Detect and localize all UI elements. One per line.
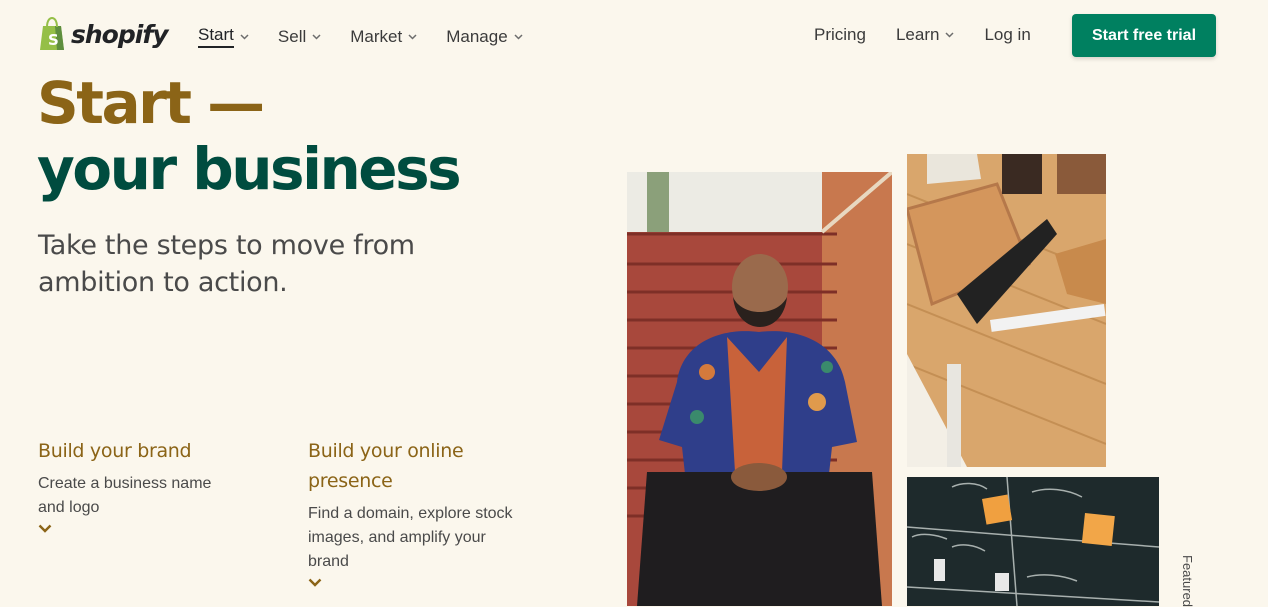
secondary-nav: Pricing Learn Log in	[814, 25, 1031, 45]
start-free-trial-button[interactable]: Start free trial	[1072, 14, 1216, 57]
step-description: Find a domain, explore stock images, and…	[308, 505, 513, 570]
nav-pricing[interactable]: Pricing	[814, 25, 866, 45]
hero-title-line2: your business	[37, 135, 462, 203]
nav-manage[interactable]: Manage	[446, 25, 523, 48]
nav-learn[interactable]: Learn	[896, 25, 954, 45]
photo-chalkboard-planning	[907, 477, 1159, 606]
hero-title-line1: Start —	[37, 69, 265, 137]
shopify-logo[interactable]: S shopify	[37, 17, 168, 51]
chevron-down-icon	[408, 33, 417, 40]
nav-sell-label: Sell	[277, 26, 307, 46]
nav-sell[interactable]: Sell	[278, 25, 321, 48]
step-build-brand: Build your brand Create a business name …	[38, 436, 238, 533]
nav-learn-label: Learn	[895, 25, 940, 44]
nav-manage-label: Manage	[446, 26, 508, 46]
shopify-bag-icon: S	[40, 17, 64, 50]
chevron-down-icon	[945, 32, 954, 38]
featured-label: Featured	[1180, 555, 1195, 607]
nav-start-label: Start	[198, 25, 234, 48]
nav-market[interactable]: Market	[350, 25, 417, 48]
svg-text:S: S	[48, 31, 59, 49]
step-title: Build your online presence	[308, 440, 464, 492]
nav-start[interactable]: Start	[198, 25, 249, 48]
nav-login[interactable]: Log in	[984, 25, 1030, 45]
chevron-down-icon	[312, 33, 321, 40]
step-build-online-presence: Build your online presence Find a domain…	[308, 436, 538, 587]
chevron-down-icon	[514, 33, 523, 40]
nav-market-label: Market	[350, 26, 403, 46]
chevron-down-icon	[240, 33, 249, 40]
step-title: Build your brand	[38, 440, 192, 462]
chevron-down-icon[interactable]	[38, 524, 52, 533]
hero-subtitle: Take the steps to move from ambition to …	[38, 230, 415, 298]
photo-entrepreneur-on-stairs	[627, 172, 892, 606]
hero-title: Start — your business	[37, 69, 462, 203]
primary-nav: Start Sell Market Manage	[198, 25, 523, 48]
photo-desk-notebook	[907, 154, 1106, 467]
logo-wordmark: shopify	[71, 19, 168, 49]
step-description: Create a business name and logo	[38, 475, 212, 516]
chevron-down-icon[interactable]	[308, 578, 322, 587]
